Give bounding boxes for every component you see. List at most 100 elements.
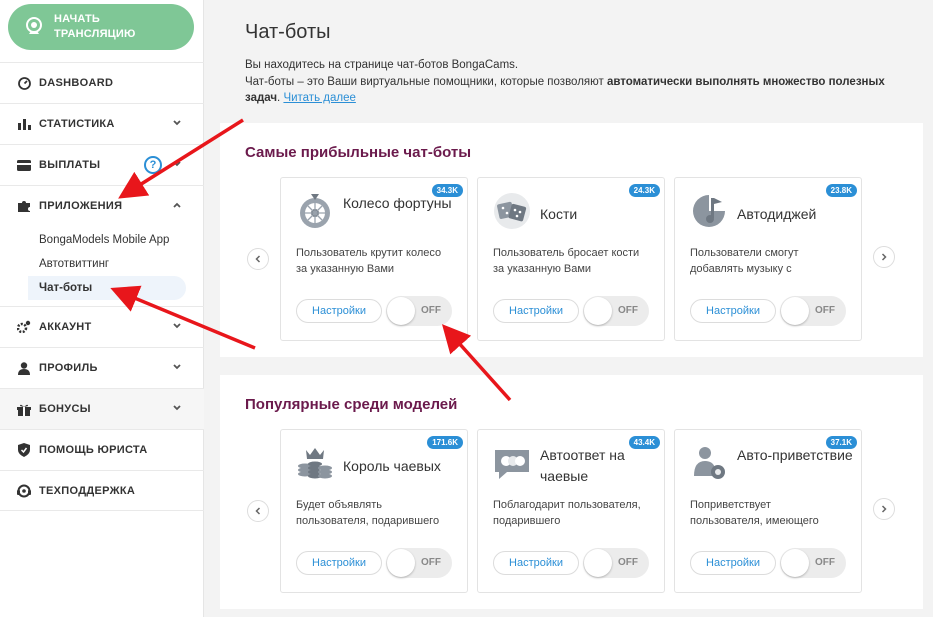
- toggle-knob: [781, 549, 809, 577]
- section-title: Самые прибыльные чат-боты: [245, 144, 472, 161]
- installs-badge: 24.3K: [628, 184, 660, 197]
- carousel-prev-button[interactable]: [247, 500, 269, 522]
- chevron-down-icon: [173, 323, 181, 329]
- sidebar-item-support[interactable]: ТЕХПОДДЕРЖКА: [0, 470, 204, 511]
- enable-toggle[interactable]: OFF: [386, 548, 452, 578]
- chatbot-card-tip-king: 171.6K Король чаевых Будет объявлять пол…: [280, 429, 468, 593]
- settings-button[interactable]: Настройки: [493, 299, 579, 323]
- shield-icon: [16, 443, 32, 457]
- chatbot-description: Пользователь бросает кости за указанную …: [493, 247, 640, 275]
- bar-chart-icon: [16, 117, 32, 131]
- crown-coins-icon: [298, 448, 332, 479]
- sidebar-item-dashboard[interactable]: DASHBOARD: [0, 62, 204, 103]
- enable-toggle[interactable]: OFF: [583, 548, 649, 578]
- section-popular: Популярные среди моделей 171.6K Король ч…: [220, 375, 923, 609]
- settings-button[interactable]: Настройки: [296, 299, 382, 323]
- sidebar-item-label: ПРИЛОЖЕНИЯ: [39, 200, 123, 212]
- toggle-state: OFF: [421, 557, 441, 568]
- enable-toggle[interactable]: OFF: [583, 296, 649, 326]
- chatbot-card-tip-reply: 43.4K Автоответ на чаевые Поблагодарит п…: [477, 429, 665, 593]
- chatbot-title: Король чаевых: [343, 458, 441, 474]
- settings-button[interactable]: Настройки: [296, 551, 382, 575]
- start-broadcast-button[interactable]: НАЧАТЬ ТРАНСЛЯЦИЮ: [8, 4, 194, 50]
- sidebar-item-label: DASHBOARD: [39, 77, 114, 89]
- sidebar-item-account[interactable]: АККАУНТ: [0, 306, 204, 347]
- sidebar-nav: DASHBOARD СТАТИСТИКА ВЫПЛАТЫ ? ПРИЛОЖЕНИ…: [0, 62, 204, 511]
- user-greet-icon: [694, 447, 725, 479]
- sidebar-item-payouts[interactable]: ВЫПЛАТЫ ?: [0, 144, 204, 185]
- sidebar-item-label: БОНУСЫ: [39, 403, 91, 415]
- dice-icon: [494, 193, 530, 229]
- submenu-item-chatbots[interactable]: Чат-боты: [28, 276, 186, 300]
- sidebar-item-label: АККАУНТ: [39, 321, 92, 333]
- sidebar-item-stats[interactable]: СТАТИСТИКА: [0, 103, 204, 144]
- intro-line-1: Вы находитесь на странице чат-ботов Bong…: [245, 59, 519, 71]
- sidebar-item-label: ТЕХПОДДЕРЖКА: [39, 484, 136, 497]
- enable-toggle[interactable]: OFF: [780, 548, 846, 578]
- credit-card-icon: [16, 158, 32, 172]
- chatbot-title: Автодиджей: [737, 206, 817, 222]
- toggle-state: OFF: [618, 557, 638, 568]
- chatbot-description: Поприветствует пользователя, имеющего: [690, 499, 819, 527]
- user-icon: [16, 361, 32, 375]
- section-top-earning: Самые прибыльные чат-боты 34.3K Колесо ф…: [220, 123, 923, 357]
- chevron-down-icon: [173, 161, 181, 167]
- toggle-knob: [387, 297, 415, 325]
- toggle-knob: [387, 549, 415, 577]
- chatbot-description: Будет объявлять пользователя, подарившег…: [296, 499, 440, 527]
- chatbot-card-autodj: 23.8K Автодиджей Пользователи смогут доб…: [674, 177, 862, 341]
- read-more-link[interactable]: Читать далее: [283, 92, 355, 104]
- help-icon[interactable]: ?: [144, 156, 162, 174]
- toggle-state: OFF: [815, 305, 835, 316]
- headset-icon: [16, 484, 32, 498]
- section-title: Популярные среди моделей: [245, 396, 458, 413]
- chatbot-description: Поблагодарит пользователя, подарившего: [493, 499, 641, 527]
- installs-badge: 23.8K: [825, 184, 857, 197]
- webcam-icon: [26, 17, 42, 34]
- sidebar-item-lawyer[interactable]: ПОМОЩЬ ЮРИСТА: [0, 429, 204, 470]
- carousel-next-button[interactable]: [873, 246, 895, 268]
- gauge-icon: [16, 76, 32, 90]
- chevron-down-icon: [173, 405, 181, 411]
- wheel-icon: [300, 194, 330, 228]
- sidebar-item-bonuses[interactable]: БОНУСЫ: [0, 388, 204, 429]
- sidebar-item-profile[interactable]: ПРОФИЛЬ: [0, 347, 204, 388]
- settings-button[interactable]: Настройки: [690, 299, 776, 323]
- chat-coins-icon: [495, 450, 529, 479]
- puzzle-icon: [16, 199, 32, 213]
- start-broadcast-label: НАЧАТЬ ТРАНСЛЯЦИЮ: [54, 13, 136, 40]
- chatbot-title: Колесо фортуны: [343, 195, 452, 211]
- intro-text: Чат-боты – это Ваши виртуальные помощник…: [245, 75, 607, 88]
- toggle-state: OFF: [618, 305, 638, 316]
- toggle-state: OFF: [815, 557, 835, 568]
- page-intro: Вы находитесь на странице чат-ботов Bong…: [245, 57, 915, 107]
- submenu-item-autotweet[interactable]: Автотвиттинг: [0, 252, 204, 276]
- chatbot-card-greeting: 37.1K Авто-приветствие Поприветствует по…: [674, 429, 862, 593]
- toggle-knob: [781, 297, 809, 325]
- chevron-up-icon: [173, 202, 181, 208]
- enable-toggle[interactable]: OFF: [780, 296, 846, 326]
- sidebar: НАЧАТЬ ТРАНСЛЯЦИЮ DASHBOARD СТАТИСТИКА В…: [0, 0, 204, 617]
- sidebar-item-label: ПРОФИЛЬ: [39, 362, 98, 374]
- sidebar-item-label: СТАТИСТИКА: [39, 118, 115, 130]
- chevron-down-icon: [173, 364, 181, 370]
- gift-icon: [16, 402, 32, 416]
- submenu-item-mobile-app[interactable]: BongaModels Mobile App: [0, 228, 204, 252]
- enable-toggle[interactable]: OFF: [386, 296, 452, 326]
- chevron-down-icon: [173, 120, 181, 126]
- settings-button[interactable]: Настройки: [493, 551, 579, 575]
- toggle-knob: [584, 549, 612, 577]
- toggle-knob: [584, 297, 612, 325]
- carousel-next-button[interactable]: [873, 498, 895, 520]
- sidebar-item-label: ВЫПЛАТЫ: [39, 159, 101, 171]
- carousel-prev-button[interactable]: [247, 248, 269, 270]
- page-title: Чат-боты: [245, 21, 331, 43]
- installs-badge: 171.6K: [427, 436, 463, 449]
- chatbot-title: Автоответ на чаевые: [540, 447, 625, 484]
- chevron-left-icon: [255, 507, 261, 515]
- gears-icon: [16, 320, 32, 334]
- toggle-state: OFF: [421, 305, 441, 316]
- sidebar-item-apps[interactable]: ПРИЛОЖЕНИЯ: [0, 185, 204, 226]
- settings-button[interactable]: Настройки: [690, 551, 776, 575]
- sidebar-item-label: ПОМОЩЬ ЮРИСТА: [39, 444, 148, 456]
